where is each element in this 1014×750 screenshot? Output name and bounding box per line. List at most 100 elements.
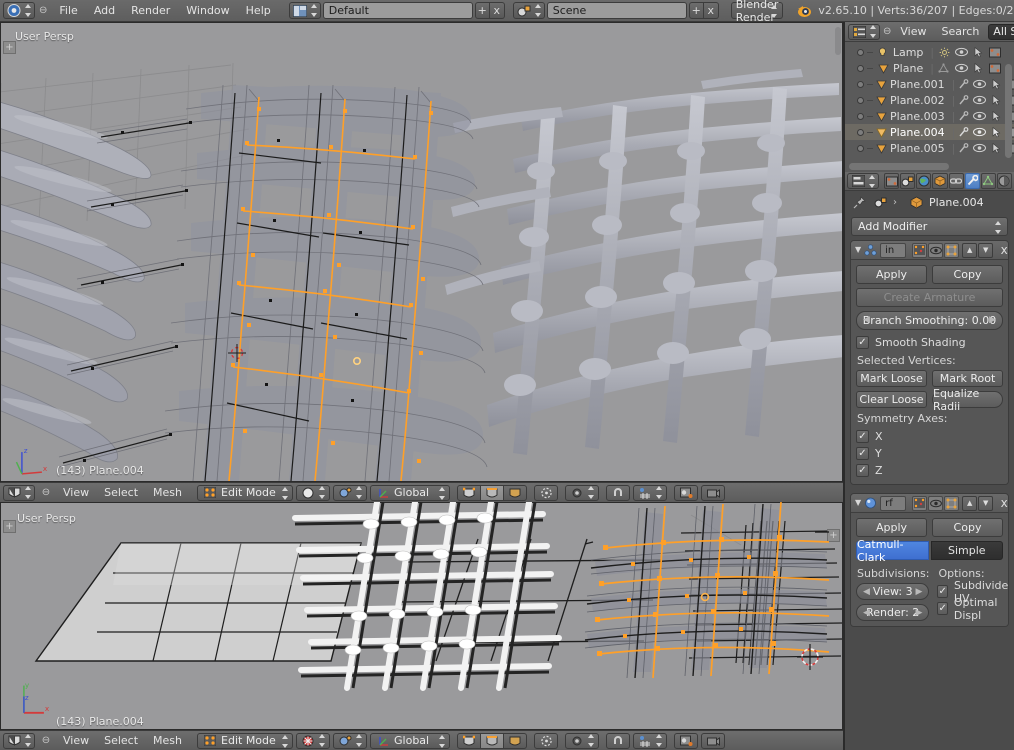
screen-layout-name-field[interactable]: Default — [322, 2, 473, 19]
symmetry-axis-z-row[interactable]: ✓ Z — [856, 462, 1003, 479]
increment-arrow-icon[interactable]: ▶ — [916, 608, 923, 618]
render-camera-icon[interactable] — [988, 45, 1002, 59]
outliner-row-plane-005[interactable]: Plane.005 | — [845, 140, 1014, 156]
add-screen-layout-button[interactable]: + — [474, 2, 490, 19]
viewport-top-mode-dropdown[interactable]: Edit Mode — [197, 484, 294, 501]
viewport-3d-bottom[interactable]: User Persp + y x z (143) Plane.004 + — [0, 502, 843, 730]
clear-loose-button[interactable]: Clear Loose — [856, 391, 927, 408]
outliner-row-plane[interactable]: Plane | — [845, 60, 1014, 76]
outliner-editor-type-button[interactable] — [848, 23, 880, 40]
editor-type-button-top[interactable] — [3, 484, 35, 501]
face-select-button[interactable] — [504, 484, 528, 501]
vertex-select-button[interactable] — [457, 732, 482, 749]
cage-display-icon[interactable] — [944, 242, 960, 258]
add-scene-button[interactable]: + — [688, 2, 704, 19]
outliner-row-plane-001[interactable]: Plane.001 | — [845, 76, 1014, 92]
viewport-top-menu-view[interactable]: View — [57, 484, 95, 502]
collapse-menu-icon[interactable]: ⊖ — [38, 485, 54, 500]
editmode-display-icon[interactable] — [912, 495, 928, 511]
symmetry-axis-x-row[interactable]: ✓ X — [856, 428, 1003, 445]
viewport-top-render-anim-button[interactable] — [701, 484, 726, 501]
outliner-scope-dropdown[interactable]: All Scenes — [988, 23, 1014, 40]
viewport-top-pivot-dropdown[interactable] — [333, 484, 368, 501]
viewport-top-toolshelf-toggle[interactable]: + — [3, 41, 16, 54]
properties-tab-material[interactable] — [996, 173, 1012, 189]
symmetry-axis-y-row[interactable]: ✓ Y — [856, 445, 1003, 462]
viewport-bottom-menu-select[interactable]: Select — [98, 732, 144, 750]
cursor-arrow-icon[interactable] — [989, 77, 1003, 91]
expand-toggle-icon[interactable] — [857, 112, 864, 120]
editmode-display-icon[interactable] — [912, 242, 928, 258]
outliner-tree[interactable]: Lamp | Plane | Plane.001 | Plane.002 | P… — [845, 42, 1014, 172]
modifier-subsurf-name-field[interactable]: rf — [880, 495, 907, 511]
menu-render[interactable]: Render — [123, 2, 178, 20]
lamp-data-icon[interactable] — [937, 45, 951, 60]
cursor-arrow-icon[interactable] — [989, 125, 1003, 139]
viewport-bottom-snap-target-dropdown[interactable] — [633, 732, 668, 749]
skin-copy-button[interactable]: Copy — [932, 265, 1003, 284]
viewport-top-render-opengl-button[interactable] — [674, 484, 699, 501]
increment-arrow-icon[interactable]: ▶ — [916, 587, 923, 597]
viewport-bottom-render-anim-button[interactable] — [701, 732, 726, 749]
modifier-skin-name-field[interactable]: in — [880, 242, 907, 258]
outliner-menu-view[interactable]: View — [894, 23, 932, 41]
move-down-icon[interactable]: ▼ — [978, 242, 994, 258]
expand-toggle-icon[interactable] — [857, 96, 864, 104]
outliner-row-plane-003[interactable]: Plane.003 | — [845, 108, 1014, 124]
collapse-menu-icon[interactable]: ⊖ — [883, 24, 891, 39]
move-up-icon[interactable]: ▲ — [962, 495, 978, 511]
render-engine-dropdown[interactable]: Blender Render — [730, 0, 784, 24]
cursor-arrow-icon[interactable] — [971, 45, 985, 59]
delete-screen-layout-button[interactable]: x — [489, 2, 505, 19]
viewport-bottom-snap-toggle[interactable] — [606, 732, 631, 749]
modifier-icon[interactable] — [958, 109, 969, 124]
viewport-top-snap-target-dropdown[interactable] — [633, 484, 668, 501]
skin-smooth-shading-row[interactable]: ✓ Smooth Shading — [856, 334, 1003, 351]
expand-toggle-icon[interactable] — [857, 144, 864, 152]
scene-icon[interactable] — [872, 195, 888, 210]
outliner-row-plane-004[interactable]: Plane.004 | — [845, 124, 1014, 140]
symmetry-y-checkbox[interactable]: ✓ — [856, 447, 869, 460]
realtime-display-icon[interactable] — [928, 495, 944, 511]
outliner-row-lamp[interactable]: Lamp | — [845, 44, 1014, 60]
face-select-button[interactable] — [504, 732, 528, 749]
delete-modifier-button[interactable]: x — [996, 243, 1008, 258]
optimal-displ-checkbox[interactable]: ✓ — [937, 602, 948, 615]
viewport-bottom-orientation-dropdown[interactable]: Global — [370, 732, 451, 749]
modifier-icon[interactable] — [958, 93, 969, 108]
modifier-icon[interactable] — [958, 141, 969, 156]
realtime-display-icon[interactable] — [928, 242, 944, 258]
render-camera-icon[interactable] — [988, 61, 1002, 75]
viewport-bottom-proportional-dropdown[interactable] — [565, 732, 600, 749]
equalize-radii-button[interactable]: Equalize Radii — [932, 387, 1003, 413]
symmetry-x-checkbox[interactable]: ✓ — [856, 430, 869, 443]
skin-apply-button[interactable]: Apply — [856, 265, 927, 284]
cursor-arrow-icon[interactable] — [989, 109, 1003, 123]
outliner-menu-search[interactable]: Search — [936, 23, 986, 41]
collapse-menu-icon[interactable]: ⊖ — [39, 3, 47, 18]
properties-tab-modifiers[interactable] — [964, 173, 980, 189]
subsurf-catmull-clark-button[interactable]: Catmull-Clark — [856, 538, 929, 564]
skin-branch-smoothing-slider[interactable]: ◀ Branch Smoothing: 0.00 ▶ — [856, 311, 1003, 330]
menu-help[interactable]: Help — [238, 2, 279, 20]
smooth-shading-checkbox[interactable]: ✓ — [856, 336, 869, 349]
properties-tab-data[interactable] — [980, 173, 996, 189]
cage-display-icon[interactable] — [944, 495, 960, 511]
outliner-horizontal-scrollbar[interactable] — [849, 163, 949, 170]
collapse-menu-icon[interactable]: ⊖ — [38, 733, 54, 748]
scene-browse-button[interactable] — [512, 2, 545, 19]
subsurf-copy-button[interactable]: Copy — [932, 518, 1003, 537]
eye-icon[interactable] — [954, 61, 968, 75]
properties-tab-world[interactable] — [916, 173, 932, 189]
eye-icon[interactable] — [972, 125, 986, 139]
viewport-bottom-shading-dropdown[interactable] — [296, 732, 331, 749]
viewport-bottom-toolshelf-toggle[interactable]: + — [3, 520, 16, 533]
eye-icon[interactable] — [972, 93, 986, 107]
viewport-bottom-pivot-dropdown[interactable] — [333, 732, 368, 749]
delete-modifier-button[interactable]: x — [996, 496, 1008, 511]
viewport-top-select-mode-group[interactable] — [457, 484, 528, 501]
menu-file[interactable]: File — [51, 2, 85, 20]
properties-tab-scene[interactable] — [900, 173, 916, 189]
expand-toggle-icon[interactable] — [857, 80, 864, 88]
skin-create-armature-button[interactable]: Create Armature — [856, 288, 1003, 307]
